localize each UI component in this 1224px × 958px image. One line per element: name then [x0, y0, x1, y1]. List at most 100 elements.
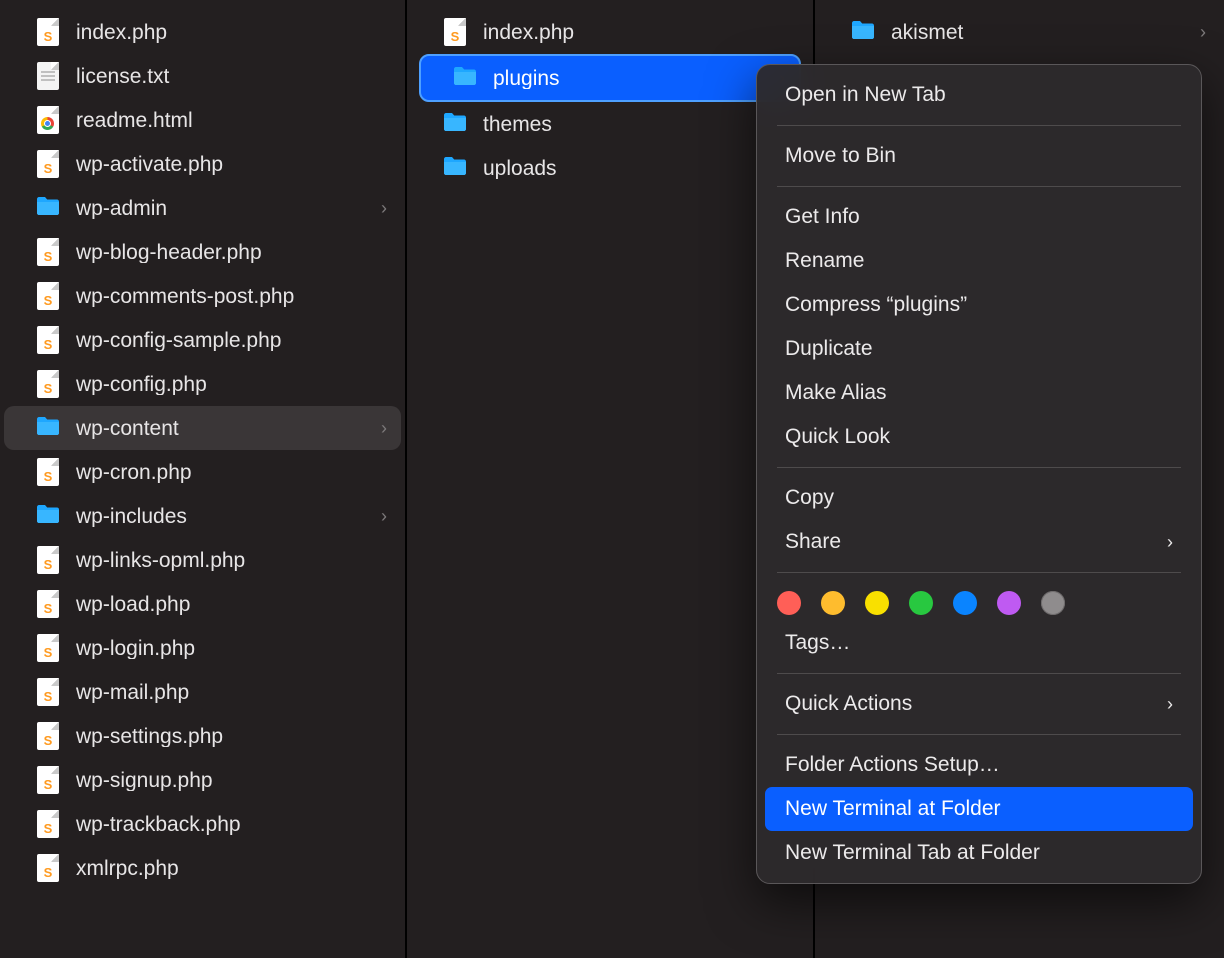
file-row[interactable]: Swp-load.php: [4, 582, 401, 626]
context-menu-item[interactable]: Duplicate: [765, 327, 1193, 371]
file-icon: [34, 106, 62, 134]
menu-item-label: Quick Actions: [785, 692, 1167, 716]
file-row[interactable]: Swp-settings.php: [4, 714, 401, 758]
menu-separator: [777, 186, 1181, 187]
tag-color-dot[interactable]: [1041, 591, 1065, 615]
context-menu-item[interactable]: New Terminal at Folder: [765, 787, 1193, 831]
file-row[interactable]: wp-includes›: [4, 494, 401, 538]
tag-color-dot[interactable]: [865, 591, 889, 615]
file-name-label: index.php: [76, 22, 387, 43]
file-row[interactable]: akismet›: [819, 10, 1220, 54]
folder-icon: [849, 18, 877, 46]
folder-icon: [34, 194, 62, 222]
file-row[interactable]: Swp-links-opml.php: [4, 538, 401, 582]
file-name-label: wp-links-opml.php: [76, 550, 387, 571]
context-menu-item[interactable]: Get Info: [765, 195, 1193, 239]
menu-item-label: Get Info: [785, 205, 1173, 229]
file-name-label: wp-cron.php: [76, 462, 387, 483]
file-row[interactable]: Swp-trackback.php: [4, 802, 401, 846]
chevron-right-icon: ›: [1167, 694, 1173, 715]
menu-separator: [777, 125, 1181, 126]
finder-window: Sindex.php license.txt readme.htmlSwp-acti…: [0, 0, 1224, 958]
file-icon: S: [34, 150, 62, 178]
file-name-label: wp-blog-header.php: [76, 242, 387, 263]
file-row[interactable]: Sindex.php: [411, 10, 809, 54]
file-icon: S: [34, 238, 62, 266]
file-row[interactable]: Sindex.php: [4, 10, 401, 54]
context-menu-item[interactable]: Compress “plugins”: [765, 283, 1193, 327]
menu-separator: [777, 467, 1181, 468]
menu-item-label: Quick Look: [785, 425, 1173, 449]
context-menu[interactable]: Open in New Tab Move to Bin Get Info Rename…: [756, 64, 1202, 884]
file-name-label: index.php: [483, 22, 795, 43]
chevron-right-icon: ›: [1200, 23, 1206, 41]
finder-column-2[interactable]: Sindex.phpplugins› themes uploads: [407, 0, 815, 958]
menu-item-label: Open in New Tab: [785, 83, 1173, 107]
file-row[interactable]: Swp-signup.php: [4, 758, 401, 802]
context-menu-item[interactable]: Open in New Tab: [765, 73, 1193, 117]
file-row[interactable]: readme.html: [4, 98, 401, 142]
file-icon: S: [34, 458, 62, 486]
folder-icon: [34, 502, 62, 530]
file-icon: [34, 62, 62, 90]
tag-color-dot[interactable]: [909, 591, 933, 615]
file-row[interactable]: Swp-cron.php: [4, 450, 401, 494]
context-menu-item[interactable]: Tags…: [765, 621, 1193, 665]
file-row[interactable]: wp-content›: [4, 406, 401, 450]
file-row[interactable]: Swp-login.php: [4, 626, 401, 670]
context-menu-item[interactable]: Rename: [765, 239, 1193, 283]
file-row[interactable]: wp-admin›: [4, 186, 401, 230]
menu-separator: [777, 734, 1181, 735]
menu-separator: [777, 572, 1181, 573]
context-menu-item[interactable]: Quick Actions›: [765, 682, 1193, 726]
file-icon: S: [34, 370, 62, 398]
context-menu-item[interactable]: Make Alias: [765, 371, 1193, 415]
file-row[interactable]: uploads: [411, 146, 809, 190]
context-menu-item[interactable]: Move to Bin: [765, 134, 1193, 178]
file-row[interactable]: Swp-blog-header.php: [4, 230, 401, 274]
menu-item-label: Move to Bin: [785, 144, 1173, 168]
tag-color-dot[interactable]: [821, 591, 845, 615]
file-name-label: wp-config.php: [76, 374, 387, 395]
file-name-label: license.txt: [76, 66, 387, 87]
file-name-label: wp-login.php: [76, 638, 387, 659]
file-name-label: xmlrpc.php: [76, 858, 387, 879]
tag-color-dot[interactable]: [777, 591, 801, 615]
file-icon: S: [34, 546, 62, 574]
file-name-label: uploads: [483, 158, 795, 179]
file-row[interactable]: Swp-activate.php: [4, 142, 401, 186]
context-menu-item[interactable]: New Terminal Tab at Folder: [765, 831, 1193, 875]
file-row[interactable]: themes: [411, 102, 809, 146]
menu-item-label: New Terminal at Folder: [785, 797, 1173, 821]
folder-icon: [441, 154, 469, 182]
file-row[interactable]: Swp-config-sample.php: [4, 318, 401, 362]
file-row[interactable]: Swp-comments-post.php: [4, 274, 401, 318]
menu-item-label: Tags…: [785, 631, 1173, 655]
menu-separator: [777, 673, 1181, 674]
tag-color-dot[interactable]: [997, 591, 1021, 615]
file-row[interactable]: plugins›: [419, 54, 801, 102]
context-menu-item[interactable]: Quick Look: [765, 415, 1193, 459]
file-name-label: wp-config-sample.php: [76, 330, 387, 351]
file-icon: S: [34, 854, 62, 882]
tag-color-row: [757, 581, 1201, 621]
file-icon: S: [34, 590, 62, 618]
file-name-label: wp-comments-post.php: [76, 286, 387, 307]
file-icon: S: [34, 810, 62, 838]
file-name-label: wp-includes: [76, 506, 381, 527]
tag-color-dot[interactable]: [953, 591, 977, 615]
file-row[interactable]: Swp-config.php: [4, 362, 401, 406]
menu-item-label: Copy: [785, 486, 1173, 510]
menu-item-label: Compress “plugins”: [785, 293, 1173, 317]
file-row[interactable]: license.txt: [4, 54, 401, 98]
file-name-label: themes: [483, 114, 795, 135]
file-name-label: wp-mail.php: [76, 682, 387, 703]
context-menu-item[interactable]: Folder Actions Setup…: [765, 743, 1193, 787]
context-menu-item[interactable]: Copy: [765, 476, 1193, 520]
file-row[interactable]: Sxmlrpc.php: [4, 846, 401, 890]
file-row[interactable]: Swp-mail.php: [4, 670, 401, 714]
context-menu-item[interactable]: Share›: [765, 520, 1193, 564]
file-name-label: wp-admin: [76, 198, 381, 219]
finder-column-1[interactable]: Sindex.php license.txt readme.htmlSwp-acti…: [0, 0, 407, 958]
file-name-label: wp-signup.php: [76, 770, 387, 791]
